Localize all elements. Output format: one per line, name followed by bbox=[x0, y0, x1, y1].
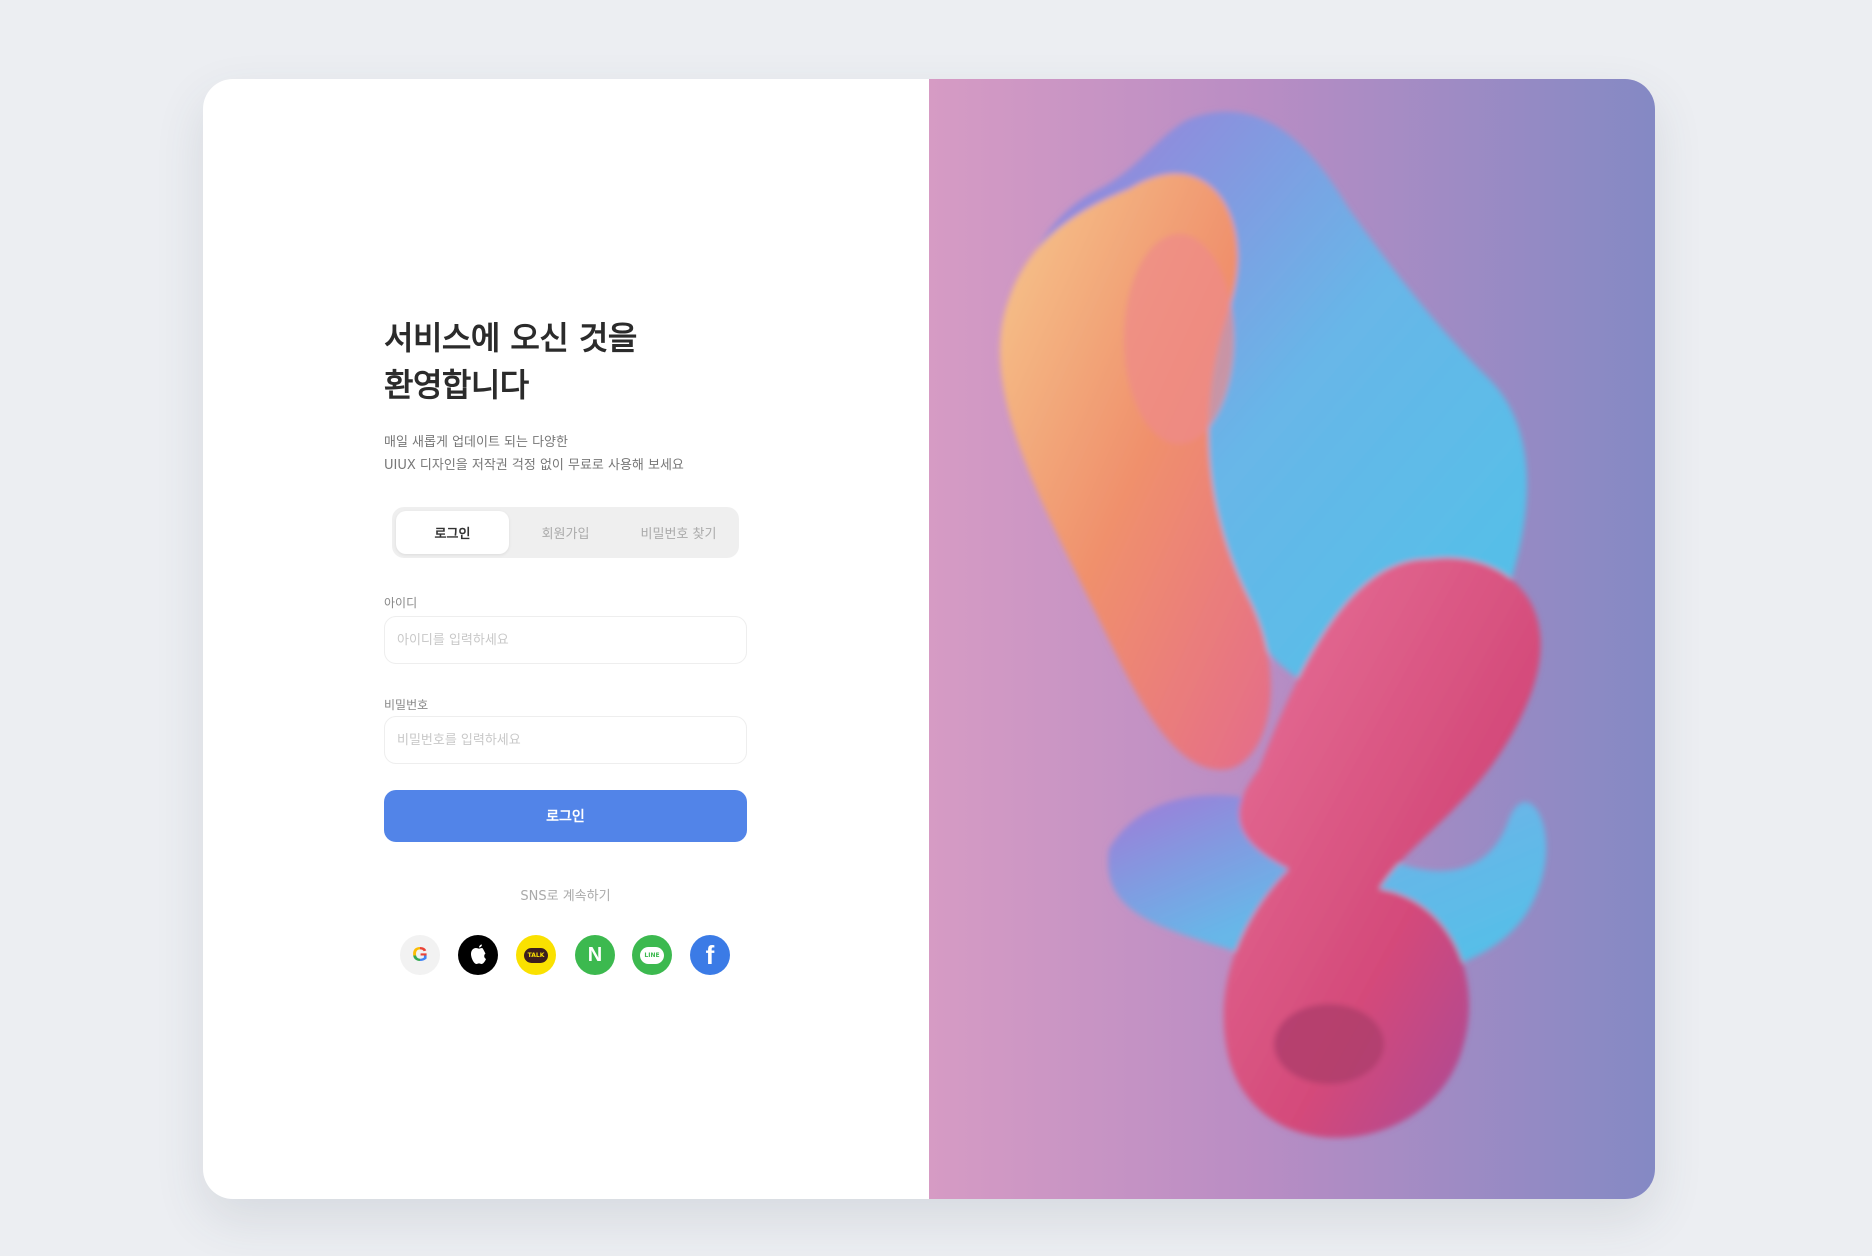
kakao-login-button[interactable]: TALK bbox=[516, 935, 556, 975]
title-line-1: 서비스에 오신 것을 bbox=[384, 319, 637, 357]
auth-tabs: 로그인 회원가입 비밀번호 찾기 bbox=[392, 507, 739, 558]
naver-icon: N bbox=[587, 943, 603, 966]
login-panel: 서비스에 오신 것을환영합니다 매일 새롭게 업데이트 되는 다양한 UIUX 디… bbox=[203, 79, 929, 1199]
tab-signup[interactable]: 회원가입 bbox=[509, 511, 622, 554]
sns-label: SNS로 계속하기 bbox=[520, 889, 611, 904]
abstract-3d-shape-illustration bbox=[1000, 111, 1547, 1138]
kakao-talk-icon: TALK bbox=[523, 947, 549, 963]
facebook-icon: f bbox=[705, 939, 715, 970]
subtitle-line-2: UIUX 디자인을 저작권 걱정 없이 무료로 사용해 보세요 bbox=[384, 458, 684, 473]
page-title: 서비스에 오신 것을환영합니다 bbox=[384, 315, 637, 409]
subtitle-line-1: 매일 새롭게 업데이트 되는 다양한 bbox=[384, 435, 568, 450]
id-input[interactable] bbox=[384, 616, 747, 664]
title-line-2: 환영합니다 bbox=[384, 366, 529, 404]
google-login-button[interactable]: G bbox=[400, 935, 440, 975]
subtitle: 매일 새롭게 업데이트 되는 다양한 UIUX 디자인을 저작권 걱정 없이 무료… bbox=[384, 431, 684, 477]
google-icon: G bbox=[412, 943, 428, 966]
tab-login[interactable]: 로그인 bbox=[396, 511, 509, 554]
tab-find-password[interactable]: 비밀번호 찾기 bbox=[622, 511, 735, 554]
login-card: 서비스에 오신 것을환영합니다 매일 새롭게 업데이트 되는 다양한 UIUX 디… bbox=[203, 79, 1655, 1199]
apple-icon bbox=[471, 944, 486, 964]
password-input[interactable] bbox=[384, 716, 747, 764]
id-label: 아이디 bbox=[384, 596, 418, 610]
login-button[interactable]: 로그인 bbox=[384, 790, 747, 842]
hero-artwork bbox=[929, 79, 1655, 1199]
facebook-login-button[interactable]: f bbox=[690, 935, 730, 975]
apple-login-button[interactable] bbox=[458, 935, 498, 975]
line-icon: LINE bbox=[640, 946, 664, 964]
naver-login-button[interactable]: N bbox=[575, 935, 615, 975]
password-label: 비밀번호 bbox=[384, 698, 429, 712]
line-login-button[interactable]: LINE bbox=[632, 935, 672, 975]
